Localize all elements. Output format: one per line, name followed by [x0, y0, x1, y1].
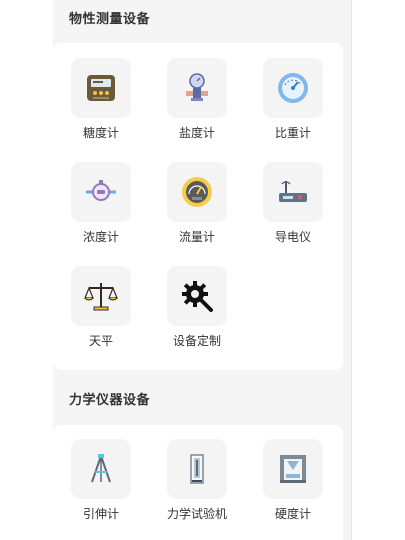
device-item-gravity-meter[interactable]: 比重计 — [253, 58, 333, 154]
device-label: 浓度计 — [82, 230, 119, 244]
mechanical-devices-card: 引伸计 力学试验机 硬度计 — [53, 425, 343, 540]
device-label: 天平 — [88, 334, 113, 348]
device-item-balance-scale[interactable]: 天平 — [61, 266, 141, 362]
extensometer-icon — [71, 439, 131, 499]
device-label: 设备定制 — [172, 334, 221, 348]
device-item-conductivity-meter[interactable]: 导电仪 — [253, 162, 333, 258]
device-item-custom-equipment[interactable]: 设备定制 — [157, 266, 237, 362]
device-label: 引伸计 — [82, 507, 119, 521]
device-label: 硬度计 — [274, 507, 311, 521]
section-title-physical: 物性测量设备 — [69, 12, 151, 27]
device-label: 导电仪 — [274, 230, 311, 244]
gravity-meter-icon — [263, 58, 323, 118]
device-item-hardness-tester[interactable]: 硬度计 — [253, 439, 333, 535]
custom-gear-icon — [167, 266, 227, 326]
phone-screen: 物性测量设备 糖度计 盐度计 比重计 浓度计 流量计 导电仪 天平 设备定制 力… — [53, 0, 352, 540]
concentration-meter-icon — [71, 162, 131, 222]
flow-meter-icon — [167, 162, 227, 222]
testing-machine-icon — [167, 439, 227, 499]
device-label: 流量计 — [178, 230, 215, 244]
device-item-testing-machine[interactable]: 力学试验机 — [157, 439, 237, 535]
hardness-tester-icon — [263, 439, 323, 499]
device-item-flow-meter[interactable]: 流量计 — [157, 162, 237, 258]
device-label: 力学试验机 — [166, 507, 227, 521]
device-item-salinity-meter[interactable]: 盐度计 — [157, 58, 237, 154]
device-label: 盐度计 — [178, 126, 215, 140]
section-title-mechanical: 力学仪器设备 — [69, 393, 151, 408]
physical-devices-card: 糖度计 盐度计 比重计 浓度计 流量计 导电仪 天平 设备定制 — [53, 43, 343, 370]
balance-scale-icon — [71, 266, 131, 326]
conductivity-meter-icon — [263, 162, 323, 222]
salinity-meter-icon — [167, 58, 227, 118]
device-item-extensometer[interactable]: 引伸计 — [61, 439, 141, 535]
device-label: 糖度计 — [82, 126, 119, 140]
device-item-concentration-meter[interactable]: 浓度计 — [61, 162, 141, 258]
device-item-sugar-meter[interactable]: 糖度计 — [61, 58, 141, 154]
device-label: 比重计 — [274, 126, 311, 140]
sugar-meter-icon — [71, 58, 131, 118]
